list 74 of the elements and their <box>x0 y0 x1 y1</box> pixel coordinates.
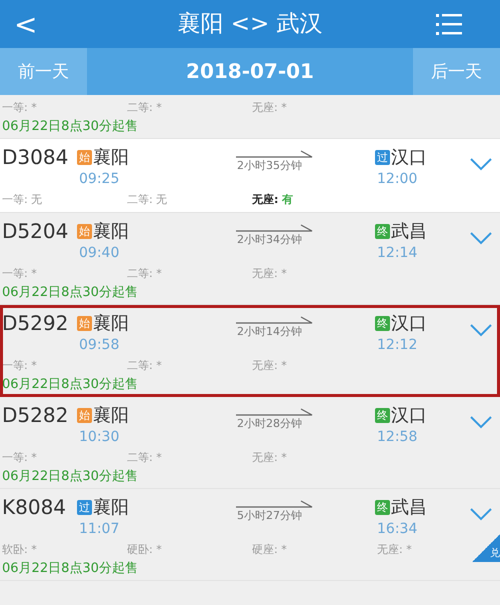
duration-text: 5小时27分钟 <box>236 508 302 523</box>
seat-availability: 一等: * <box>2 450 38 464</box>
station-name: 武昌 <box>391 496 427 519</box>
chevron-down-icon[interactable] <box>470 324 492 337</box>
station-name: 汉口 <box>391 146 427 169</box>
corner-tag[interactable]: 兑 <box>472 534 500 562</box>
sale-time-note: 06月22日8点30分起售 <box>2 468 139 486</box>
station-name: 襄阳 <box>93 146 129 169</box>
station-name: 襄阳 <box>93 496 129 519</box>
duration-text: 2小时35分钟 <box>236 158 302 173</box>
departure-time: 09:25 <box>78 170 120 188</box>
station-type-badge: 过 <box>77 500 92 514</box>
station-name: 襄阳 <box>93 220 129 243</box>
duration-text: 2小时28分钟 <box>236 416 302 431</box>
arrival-time: 12:00 <box>376 170 418 188</box>
arrival-time: 12:58 <box>376 428 418 446</box>
duration-text: 2小时14分钟 <box>236 324 302 339</box>
departure-time: 09:58 <box>78 336 120 354</box>
station-name: 襄阳 <box>93 404 129 427</box>
seat-availability: 无座: 有 <box>252 192 294 206</box>
duration-text: 2小时34分钟 <box>236 232 302 247</box>
seat-availability: 无座: * <box>377 542 413 556</box>
station-type-badge: 始 <box>77 316 92 330</box>
back-button[interactable]: < <box>0 8 52 40</box>
station-type-badge: 过 <box>375 150 390 164</box>
seat-availability: 软卧: * <box>2 542 38 556</box>
seat-availability: 二等: * <box>127 358 163 372</box>
station-name: 汉口 <box>391 312 427 335</box>
arrival-time: 12:14 <box>376 244 418 262</box>
station-name: 武昌 <box>391 220 427 243</box>
station-type-badge: 始 <box>77 150 92 164</box>
departure-time: 10:30 <box>78 428 120 446</box>
station-type-badge: 始 <box>77 408 92 422</box>
seat-availability: 二等: * <box>127 450 163 464</box>
date-label: 2018-07-01 <box>185 58 315 85</box>
seat-availability: 一等: * <box>2 100 38 114</box>
station-name: 汉口 <box>391 404 427 427</box>
departure-time: 09:40 <box>78 244 120 262</box>
sale-time-note: 06月22日8点30分起售 <box>2 284 139 302</box>
train-number: D3084 <box>2 144 70 170</box>
chevron-down-icon[interactable] <box>470 232 492 245</box>
seat-availability: 无座: * <box>252 266 288 280</box>
sale-time-note: 06月22日8点30分起售 <box>2 376 139 394</box>
menu-icon[interactable] <box>436 12 462 36</box>
route-title: 襄阳 <> 武汉 <box>176 10 324 39</box>
train-number: D5292 <box>2 310 70 336</box>
station-type-badge: 终 <box>375 408 390 422</box>
sale-time-note: 06月22日8点30分起售 <box>2 560 139 578</box>
seat-availability: 一等: * <box>2 358 38 372</box>
station-type-badge: 始 <box>77 224 92 238</box>
train-number: D5282 <box>2 402 70 428</box>
seat-availability: 硬座: * <box>252 542 288 556</box>
seat-availability: 一等: * <box>2 266 38 280</box>
seat-availability: 一等: 无 <box>2 192 44 206</box>
seat-availability: 硬卧: * <box>127 542 163 556</box>
seat-availability: 无座: * <box>252 100 288 114</box>
departure-time: 11:07 <box>78 520 120 538</box>
seat-availability: 无座: * <box>252 450 288 464</box>
chevron-down-icon[interactable] <box>470 508 492 521</box>
station-name: 襄阳 <box>93 312 129 335</box>
seat-availability: 二等: * <box>127 100 163 114</box>
chevron-down-icon[interactable] <box>470 416 492 429</box>
sale-time-note: 06月22日8点30分起售 <box>2 118 139 136</box>
train-number: D5204 <box>2 218 70 244</box>
arrival-time: 16:34 <box>376 520 418 538</box>
seat-availability: 二等: * <box>127 266 163 280</box>
seat-availability: 二等: 无 <box>127 192 168 206</box>
train-number: K8084 <box>2 494 68 520</box>
station-type-badge: 终 <box>375 224 390 238</box>
chevron-down-icon[interactable] <box>470 158 492 171</box>
arrival-time: 12:12 <box>376 336 418 354</box>
station-type-badge: 终 <box>375 316 390 330</box>
seat-availability: 无座: * <box>252 358 288 372</box>
station-type-badge: 终 <box>375 500 390 514</box>
